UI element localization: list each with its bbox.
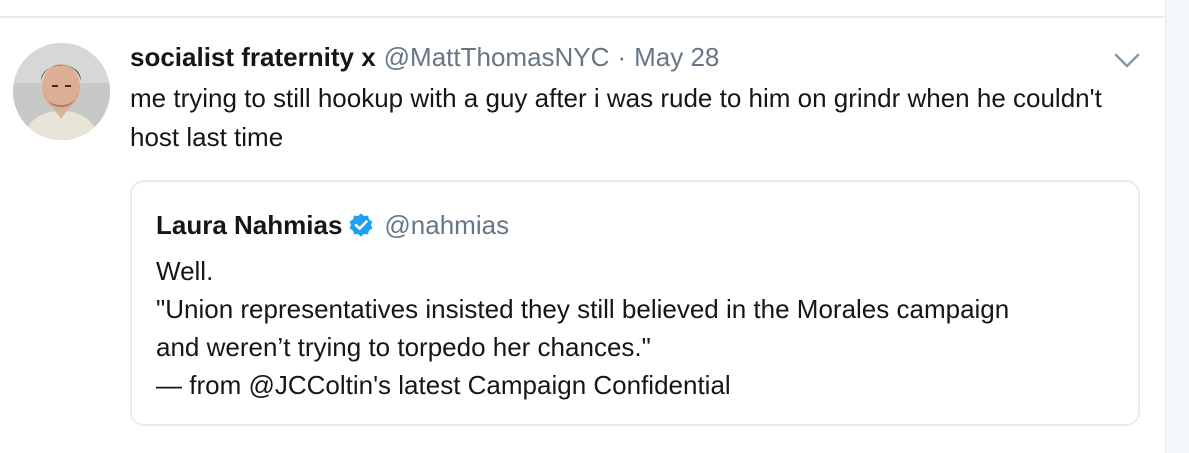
scrollbar-gutter[interactable] [1165, 0, 1189, 453]
top-divider [0, 16, 1165, 18]
avatar-image [13, 43, 110, 140]
quoted-user-handle: @nahmias [384, 210, 510, 240]
quoted-tweet-header: Laura Nahmias @nahmias [156, 208, 509, 242]
quoted-text-line: "Union representatives insisted they sti… [156, 294, 1010, 324]
quoted-tweet-text: Well. "Union representatives insisted th… [156, 252, 1116, 404]
quoted-text-line: and weren’t trying to torpedo her chance… [156, 332, 651, 362]
user-handle[interactable]: @MattThomasNYC [384, 40, 610, 74]
display-name[interactable]: socialist fraternity x [130, 40, 376, 74]
quoted-text-line: — from @JCColtin's latest Campaign Confi… [156, 370, 731, 400]
tweet-header: socialist fraternity x @MattThomasNYC · … [130, 40, 719, 74]
tweet-text: me trying to still hookup with a guy aft… [130, 83, 1102, 152]
header-separator: · [617, 42, 627, 72]
quoted-display-name: Laura Nahmias [156, 210, 343, 240]
tweet-date[interactable]: May 28 [634, 40, 719, 74]
avatar[interactable] [13, 43, 110, 140]
tweet-page: socialist fraternity x @MattThomasNYC · … [0, 0, 1189, 453]
chevron-down-icon[interactable] [1112, 48, 1142, 72]
verified-badge-icon [348, 212, 374, 238]
quoted-tweet-card[interactable]: Laura Nahmias @nahmias Well. "Union repr… [130, 180, 1140, 426]
quoted-text-line: Well. [156, 256, 214, 286]
